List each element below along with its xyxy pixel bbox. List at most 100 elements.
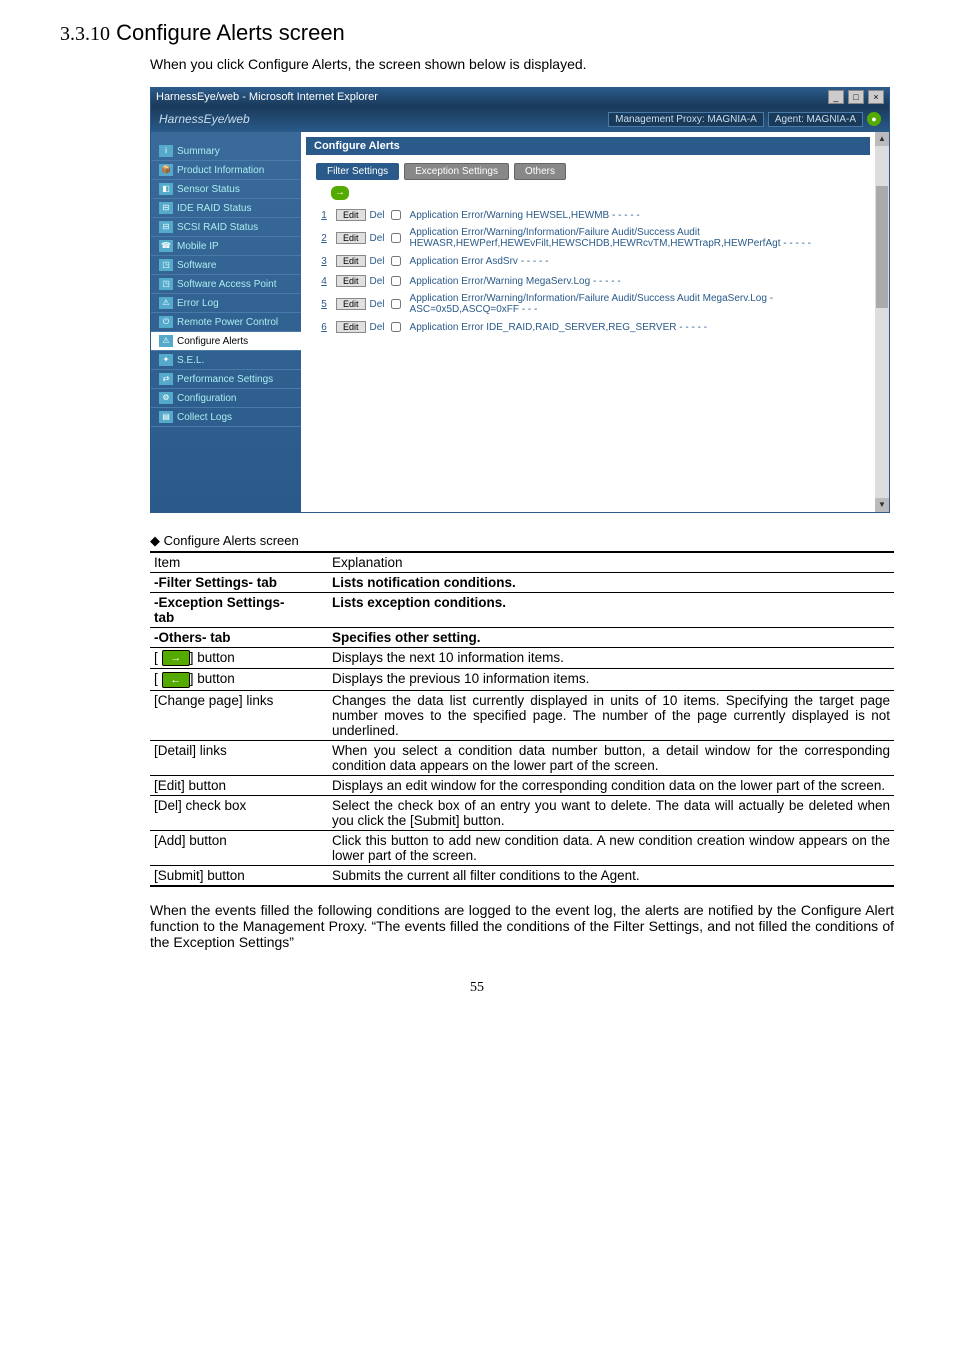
filter-desc: Application Error IDE_RAID,RAID_SERVER,R… <box>410 322 870 333</box>
sidebar-item-summary[interactable]: iSummary <box>151 142 301 161</box>
agent-chip[interactable]: Agent: MAGNIA-A <box>768 112 863 127</box>
sidebar-item-software[interactable]: ◳ Software <box>151 256 301 275</box>
sidebar-item-label: Software <box>177 260 216 271</box>
sidebar-icon: ◳ <box>159 259 173 271</box>
go-button[interactable]: ● <box>867 112 881 126</box>
edit-button[interactable]: Edit <box>336 321 366 333</box>
del-checkbox[interactable] <box>391 322 401 332</box>
edit-button[interactable]: Edit <box>336 209 366 221</box>
table-item: -Filter Settings- tab <box>150 573 328 593</box>
edit-button[interactable]: Edit <box>336 275 366 287</box>
detail-link[interactable]: 4 <box>316 276 332 287</box>
sidebar-item-configure-alerts[interactable]: ⚠Configure Alerts <box>151 332 301 351</box>
del-label: Del <box>370 233 385 244</box>
sidebar-icon: 📦 <box>159 164 173 176</box>
detail-link[interactable]: 6 <box>316 322 332 333</box>
sidebar-item-label: Configure Alerts <box>177 336 248 347</box>
table-explanation: Displays an edit window for the correspo… <box>328 775 894 795</box>
window-title: HarnessEye/web - Microsoft Internet Expl… <box>156 91 378 103</box>
tab-exception-settings[interactable]: Exception Settings <box>404 163 509 180</box>
minimize-button[interactable]: _ <box>828 90 844 104</box>
tab-row: Filter Settings Exception Settings Other… <box>316 163 870 180</box>
filter-desc: Application Error/Warning HEWSEL,HEWMB -… <box>410 210 870 221</box>
sidebar-item-scsi-raid-status[interactable]: ⊟SCSI RAID Status <box>151 218 301 237</box>
del-label: Del <box>370 210 385 221</box>
page-links[interactable]: 1 2 <box>357 188 371 199</box>
header-explanation: Explanation <box>328 552 894 573</box>
tab-others[interactable]: Others <box>514 163 566 180</box>
table-row: -Filter Settings- tabLists notification … <box>150 573 894 593</box>
sidebar-item-label: Error Log <box>177 298 219 309</box>
sidebar-icon: ◧ <box>159 183 173 195</box>
sidebar-item-configuration[interactable]: ⚙Configuration <box>151 389 301 408</box>
section-heading: 3.3.10 Configure Alerts screen <box>60 20 894 46</box>
detail-link[interactable]: 1 <box>316 210 332 221</box>
section-title-text: Configure Alerts screen <box>116 20 345 45</box>
edit-button[interactable]: Edit <box>336 298 366 310</box>
sidebar-item-product-information[interactable]: 📦Product Information <box>151 161 301 180</box>
scrollbar[interactable]: ▲ ▼ <box>875 132 889 512</box>
detail-link[interactable]: 2 <box>316 233 332 244</box>
table-item: -Exception Settings- tab <box>150 593 328 628</box>
scroll-down-icon[interactable]: ▼ <box>875 498 889 512</box>
table-explanation: Submits the current all filter condition… <box>328 865 894 886</box>
header-item: Item <box>150 552 328 573</box>
filter-row: 5EditDelApplication Error/Warning/Inform… <box>316 291 870 317</box>
filter-desc: Application Error/Warning/Information/Fa… <box>410 227 870 249</box>
legend-title: ◆ Configure Alerts screen <box>150 533 894 549</box>
table-item: -Others- tab <box>150 628 328 648</box>
close-button[interactable]: × <box>868 90 884 104</box>
arrow-icon <box>162 650 190 666</box>
filter-row: 4EditDelApplication Error/Warning MegaSe… <box>316 271 870 291</box>
sidebar-item-s-e-l-[interactable]: ✦S.E.L. <box>151 351 301 370</box>
sidebar-icon: i <box>159 145 173 157</box>
sidebar-item-label: IDE RAID Status <box>177 203 251 214</box>
table-explanation: Displays the next 10 information items. <box>328 648 894 669</box>
sidebar-item-sensor-status[interactable]: ◧ Sensor Status <box>151 180 301 199</box>
sidebar-item-mobile-ip[interactable]: ☎Mobile IP <box>151 237 301 256</box>
del-label: Del <box>370 299 385 310</box>
table-row: [] buttonDisplays the previous 10 inform… <box>150 669 894 690</box>
sidebar-item-collect-logs[interactable]: ▤Collect Logs <box>151 408 301 427</box>
ie-window: HarnessEye/web - Microsoft Internet Expl… <box>150 87 890 513</box>
edit-button[interactable]: Edit <box>336 255 366 267</box>
del-checkbox[interactable] <box>391 210 401 220</box>
detail-link[interactable]: 5 <box>316 299 332 310</box>
filter-row: 1 Edit Del Application Error/Warning HEWSEL… <box>316 205 870 225</box>
table-row: [Add] buttonClick this button to add new… <box>150 830 894 865</box>
proxy-chip[interactable]: Management Proxy: MAGNIA-A <box>608 112 764 127</box>
del-checkbox[interactable] <box>391 299 401 309</box>
filter-list: 1 Edit Del Application Error/Warning HEWSEL… <box>306 205 870 337</box>
scroll-up-icon[interactable]: ▲ <box>875 132 889 146</box>
sidebar-item-label: Remote Power Control <box>177 317 278 328</box>
sidebar-item-performance-settings[interactable]: ⇄Performance Settings <box>151 370 301 389</box>
filter-row: 3EditDelApplication Error AsdSrv - - - -… <box>316 251 870 271</box>
detail-link[interactable]: 3 <box>316 256 332 267</box>
sidebar-icon: ⇄ <box>159 373 173 385</box>
explanation-table: Item Explanation -Filter Settings- tabLi… <box>150 551 894 887</box>
edit-button[interactable]: Edit <box>336 232 366 244</box>
table-row: [Change page] linksChanges the data list… <box>150 690 894 740</box>
sidebar-item-ide-raid-status[interactable]: ⊟IDE RAID Status <box>151 199 301 218</box>
del-checkbox[interactable] <box>391 233 401 243</box>
sidebar-item-label: Sensor Status <box>177 184 240 195</box>
sidebar-item-software-access-point[interactable]: ◳Software Access Point <box>151 275 301 294</box>
table-item: [] button <box>150 648 328 669</box>
sidebar-item-label: Collect Logs <box>177 412 232 423</box>
screenshot-figure: HarnessEye/web - Microsoft Internet Expl… <box>150 87 890 513</box>
sidebar-item-error-log[interactable]: ⚠ Error Log <box>151 294 301 313</box>
del-checkbox[interactable] <box>391 276 401 286</box>
sidebar-item-label: Software Access Point <box>177 279 277 290</box>
maximize-button[interactable]: □ <box>848 90 864 104</box>
sidebar-item-remote-power-control[interactable]: ⏻ Remote Power Control <box>151 313 301 332</box>
sidebar-icon: ⚠ <box>159 297 173 309</box>
sidebar-item-label: Configuration <box>177 393 236 404</box>
sidebar-icon: ⏻ <box>159 316 173 328</box>
del-checkbox[interactable] <box>391 256 401 266</box>
next-page-button[interactable]: → <box>331 186 349 200</box>
tab-filter-settings[interactable]: Filter Settings <box>316 163 399 180</box>
scroll-thumb[interactable] <box>876 186 888 308</box>
main-panel: Configure Alerts Filter Settings Excepti… <box>301 132 875 512</box>
sidebar-icon: ✦ <box>159 354 173 366</box>
table-item: [Add] button <box>150 830 328 865</box>
